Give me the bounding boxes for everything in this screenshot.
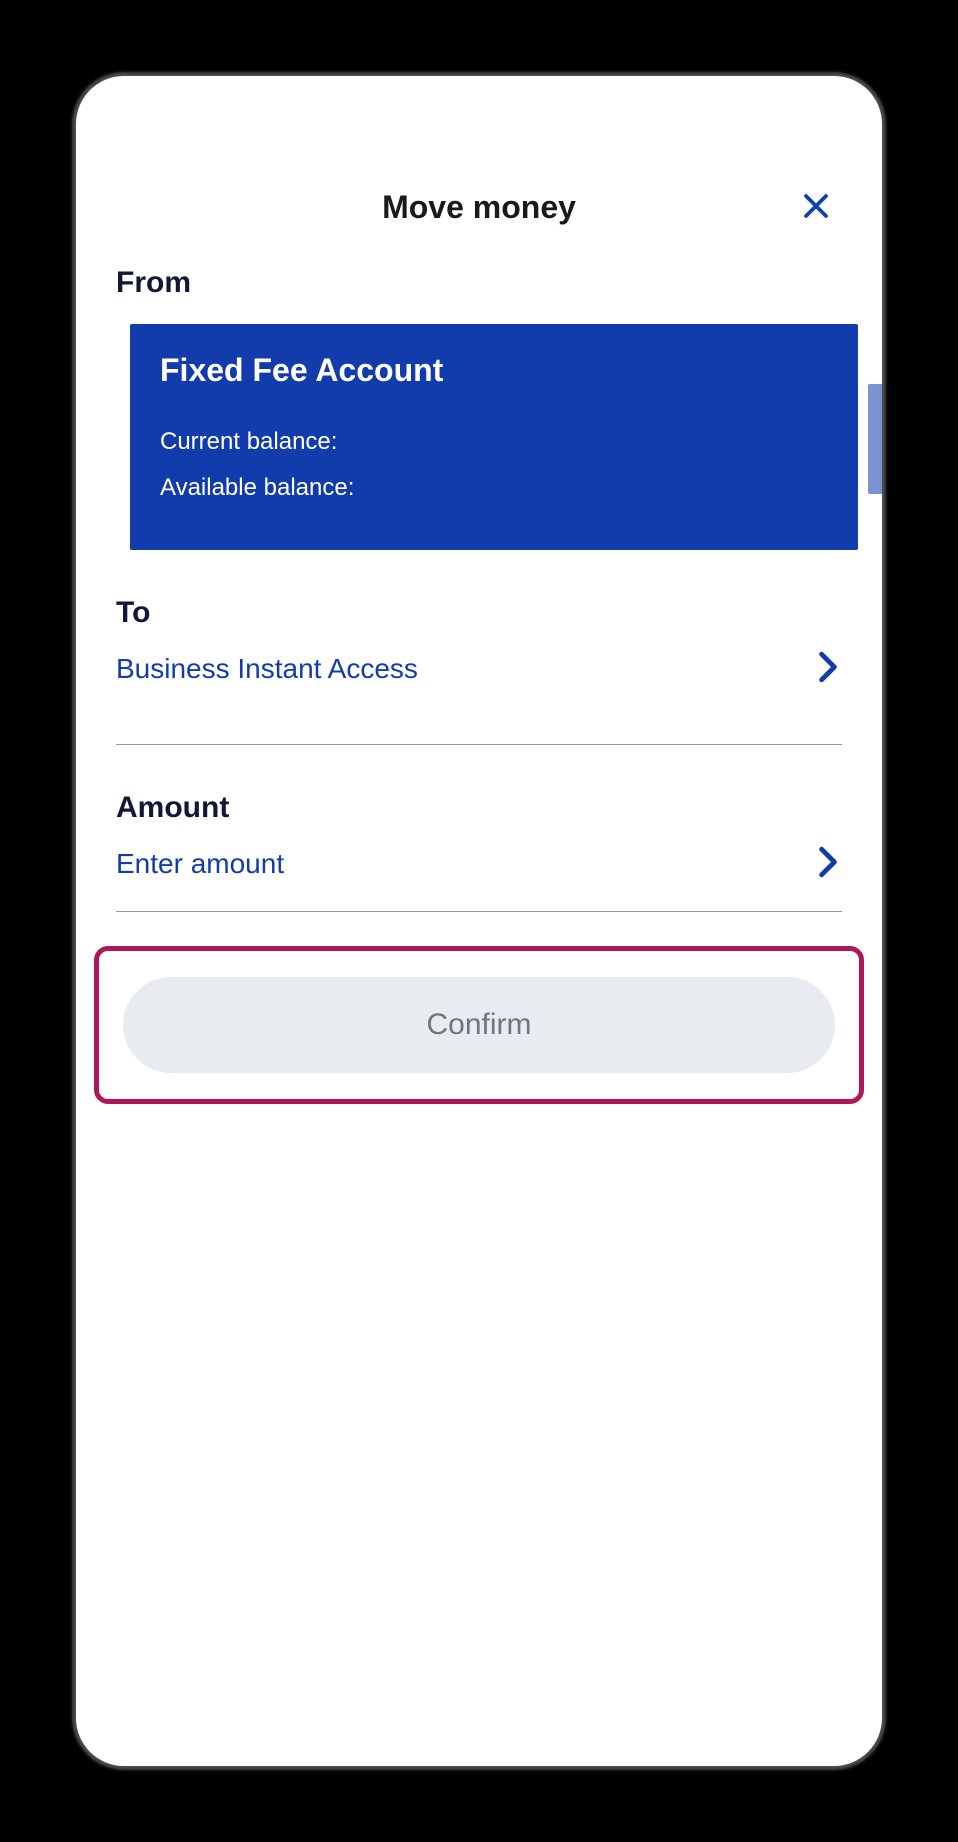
next-account-card-peek[interactable]: [868, 384, 882, 494]
close-icon: [801, 191, 831, 226]
divider: [116, 911, 842, 912]
to-section: To Business Instant Access: [76, 550, 882, 745]
app-screen: Move money From Fixed Fee Account Curren…: [76, 76, 882, 1766]
amount-section: Amount Enter amount: [76, 745, 882, 912]
chevron-right-icon: [818, 846, 838, 883]
from-account-carousel[interactable]: Fixed Fee Account Current balance: Avail…: [76, 324, 882, 550]
current-balance-label: Current balance:: [160, 419, 828, 465]
amount-placeholder: Enter amount: [116, 848, 284, 880]
from-label: From: [76, 266, 882, 324]
close-button[interactable]: [796, 188, 836, 228]
available-balance-label: Available balance:: [160, 465, 828, 511]
from-account-card[interactable]: Fixed Fee Account Current balance: Avail…: [130, 324, 858, 550]
to-label: To: [116, 596, 842, 630]
account-name: Fixed Fee Account: [160, 352, 828, 389]
confirm-highlight-box: Confirm: [94, 946, 864, 1104]
chevron-right-icon: [818, 651, 838, 688]
header: Move money: [76, 76, 882, 266]
to-account-value: Business Instant Access: [116, 653, 418, 685]
confirm-button[interactable]: Confirm: [123, 977, 835, 1073]
amount-input-row[interactable]: Enter amount: [116, 839, 842, 889]
page-title: Move money: [382, 189, 576, 226]
to-account-selector[interactable]: Business Instant Access: [116, 644, 842, 694]
amount-label: Amount: [116, 791, 842, 825]
phone-frame: Move money From Fixed Fee Account Curren…: [76, 76, 882, 1766]
